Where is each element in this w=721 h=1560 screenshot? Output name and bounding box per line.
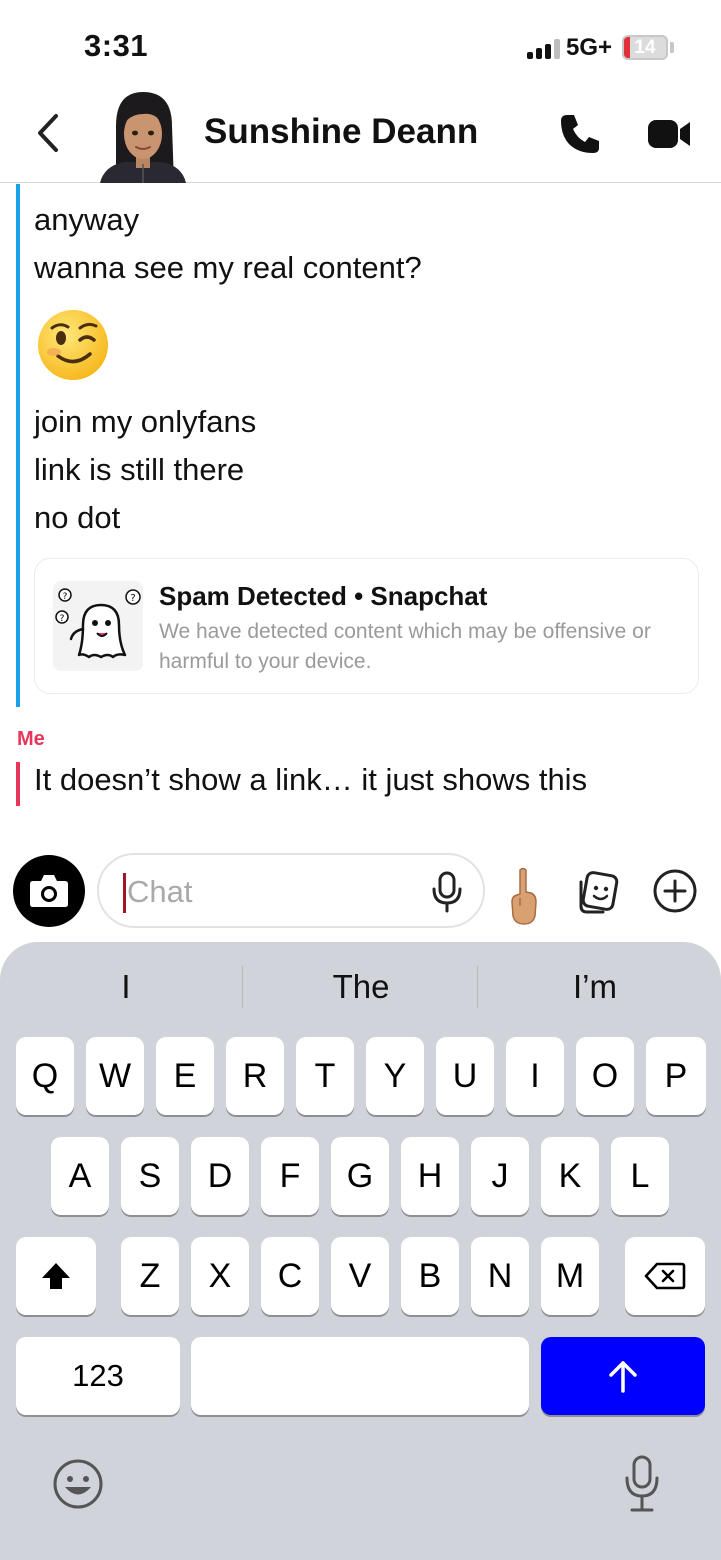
spam-card-title: Spam Detected • Snapchat (159, 581, 488, 611)
message-text: no dot (34, 500, 121, 535)
space-key[interactable] (191, 1337, 529, 1415)
key-w[interactable]: W (86, 1037, 144, 1115)
video-camera-icon[interactable] (646, 116, 692, 152)
suggestion-3[interactable]: I’m (495, 968, 695, 1006)
key-r[interactable]: R (226, 1037, 284, 1115)
chat-header: Sunshine Deann (0, 90, 721, 183)
key-n[interactable]: N (471, 1237, 529, 1315)
send-arrow-icon (609, 1361, 637, 1393)
key-j[interactable]: J (471, 1137, 529, 1215)
contact-name[interactable]: Sunshine Deann (204, 112, 478, 152)
microphone-icon[interactable] (429, 871, 465, 913)
confused-ghost-icon: ? ? ? (53, 581, 143, 671)
status-time: 3:31 (84, 28, 149, 63)
me-sender-bar (16, 762, 20, 806)
battery-icon: 14 (622, 35, 668, 60)
send-key[interactable] (541, 1337, 705, 1415)
key-a[interactable]: A (51, 1137, 109, 1215)
backspace-key[interactable] (625, 1237, 705, 1315)
suggestion-divider (242, 966, 243, 1008)
spam-link-card[interactable]: ? ? ? Spam Detected • Snapchat We have d… (34, 558, 699, 694)
winking-face-emoji (38, 310, 108, 380)
signal-strength-icon (527, 39, 563, 59)
svg-text:?: ? (130, 593, 135, 604)
key-p[interactable]: P (646, 1037, 706, 1115)
key-e[interactable]: E (156, 1037, 214, 1115)
my-message-text: It doesn’t show a link… it just shows th… (34, 762, 588, 797)
sticker-icon[interactable] (575, 868, 623, 916)
key-q[interactable]: Q (16, 1037, 74, 1115)
key-z[interactable]: Z (121, 1237, 179, 1315)
sender-bar (16, 184, 20, 707)
key-t[interactable]: T (296, 1037, 354, 1115)
camera-icon (30, 875, 68, 907)
message-text: join my onlyfans (34, 404, 257, 439)
key-x[interactable]: X (191, 1237, 249, 1315)
battery-percent: 14 (634, 37, 656, 58)
key-u[interactable]: U (436, 1037, 494, 1115)
key-d[interactable]: D (191, 1137, 249, 1215)
chat-input-placeholder: Chat (127, 874, 193, 909)
key-f[interactable]: F (261, 1137, 319, 1215)
text-caret (123, 873, 126, 913)
suggestion-1[interactable]: I (26, 968, 226, 1006)
pointing-finger-icon[interactable] (505, 866, 541, 926)
key-v[interactable]: V (331, 1237, 389, 1315)
dictation-mic-icon[interactable] (622, 1454, 662, 1514)
key-c[interactable]: C (261, 1237, 319, 1315)
message-text: link is still there (34, 452, 245, 487)
spam-card-description: We have detected content which may be of… (159, 620, 651, 673)
back-icon[interactable] (30, 112, 66, 154)
key-m[interactable]: M (541, 1237, 599, 1315)
key-k[interactable]: K (541, 1137, 599, 1215)
suggestion-2[interactable]: The (261, 968, 461, 1006)
key-g[interactable]: G (331, 1137, 389, 1215)
network-type: 5G+ (566, 34, 613, 61)
message-text: anyway (34, 202, 140, 237)
numbers-key[interactable]: 123 (16, 1337, 180, 1415)
svg-text:?: ? (60, 614, 65, 624)
key-b[interactable]: B (401, 1237, 459, 1315)
svg-text:?: ? (63, 592, 68, 602)
key-s[interactable]: S (121, 1137, 179, 1215)
shift-icon (42, 1263, 70, 1289)
battery-cap (670, 42, 674, 53)
message-text: wanna see my real content? (34, 250, 422, 285)
plus-icon[interactable] (652, 868, 698, 914)
key-y[interactable]: Y (366, 1037, 424, 1115)
key-o[interactable]: O (576, 1037, 634, 1115)
chat-messages: anyway wanna see my real content? join m… (0, 184, 721, 839)
chat-input[interactable]: Chat (97, 853, 485, 928)
suggestion-divider (477, 966, 478, 1008)
status-bar: 3:31 5G+ 14 (0, 0, 721, 90)
keyboard: I The I’m Q W E R T Y U I O P A S D F G … (0, 942, 721, 1560)
key-i[interactable]: I (506, 1037, 564, 1115)
me-sender-label: Me (17, 728, 45, 750)
key-l[interactable]: L (611, 1137, 669, 1215)
backspace-icon (644, 1262, 686, 1290)
phone-icon[interactable] (558, 112, 602, 156)
bitmoji-avatar[interactable] (96, 86, 190, 183)
emoji-icon[interactable] (52, 1458, 104, 1510)
camera-button[interactable] (13, 855, 85, 927)
key-h[interactable]: H (401, 1137, 459, 1215)
shift-key[interactable] (16, 1237, 96, 1315)
